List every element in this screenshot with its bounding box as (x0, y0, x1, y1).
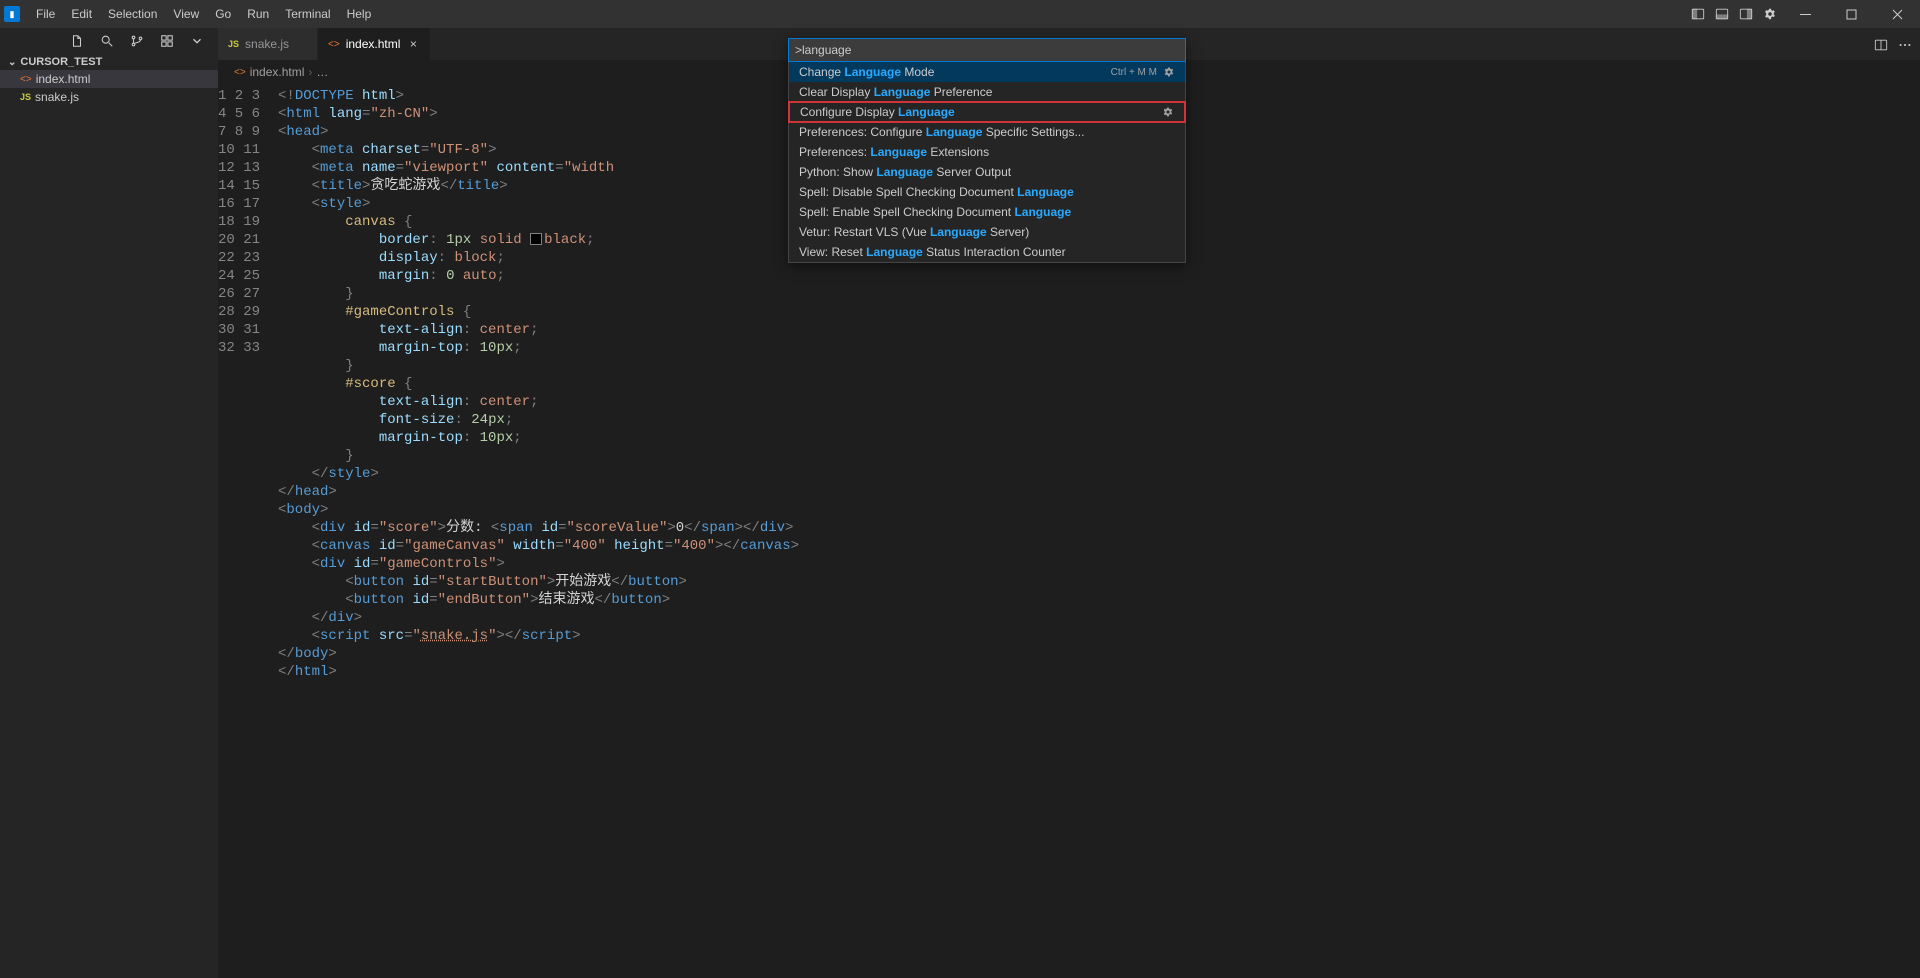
menu-run[interactable]: Run (239, 3, 277, 25)
close-icon[interactable]: × (406, 37, 420, 51)
tree-item-label: index.html (36, 72, 91, 86)
command-palette: >language Change Language ModeCtrl + M M… (788, 38, 1186, 263)
menu-terminal[interactable]: Terminal (277, 3, 338, 25)
palette-item-label: Change Language Mode (799, 65, 1111, 79)
layout-primary-side-icon[interactable] (1686, 0, 1710, 28)
tab-label: snake.js (245, 37, 289, 51)
menu-view[interactable]: View (165, 3, 207, 25)
palette-item-label: Preferences: Language Extensions (799, 145, 1175, 159)
palette-item-label: Python: Show Language Server Output (799, 165, 1175, 179)
palette-item[interactable]: Preferences: Language Extensions (789, 142, 1185, 162)
palette-item[interactable]: Preferences: Configure Language Specific… (789, 122, 1185, 142)
palette-item-label: Spell: Disable Spell Checking Document L… (799, 185, 1175, 199)
palette-item[interactable]: Python: Show Language Server Output (789, 162, 1185, 182)
palette-item[interactable]: Change Language ModeCtrl + M M (789, 62, 1185, 82)
gear-icon[interactable] (1163, 66, 1175, 78)
minimize-button[interactable] (1782, 0, 1828, 28)
js-file-icon: JS (20, 92, 31, 102)
menu-edit[interactable]: Edit (63, 3, 100, 25)
breadcrumb-sep: › (308, 65, 312, 79)
menu-selection[interactable]: Selection (100, 3, 165, 25)
line-gutter: 1 2 3 4 5 6 7 8 9 10 11 12 13 14 15 16 1… (218, 83, 278, 978)
search-icon[interactable] (100, 34, 114, 48)
titlebar-right (1686, 0, 1920, 28)
layout-secondary-side-icon[interactable] (1734, 0, 1758, 28)
command-palette-input[interactable]: >language (788, 38, 1186, 62)
tab-index.html[interactable]: <> index.html × (318, 28, 431, 60)
keybinding-label: Ctrl + M M (1111, 67, 1157, 78)
palette-item[interactable]: Vetur: Restart VLS (Vue Language Server) (789, 222, 1185, 242)
palette-item-label: View: Reset Language Status Interaction … (799, 245, 1175, 259)
js-file-icon: JS (228, 39, 239, 49)
folder-header[interactable]: ⌄ CURSOR_TEST (0, 54, 218, 70)
more-icon[interactable] (1898, 38, 1912, 52)
html-file-icon: <> (328, 39, 340, 50)
new-file-icon[interactable] (70, 34, 84, 48)
app-icon: ▮ (4, 6, 20, 22)
maximize-button[interactable] (1828, 0, 1874, 28)
layout-panel-icon[interactable] (1710, 0, 1734, 28)
palette-item[interactable]: Clear Display Language Preference (789, 82, 1185, 102)
palette-item-label: Clear Display Language Preference (799, 85, 1175, 99)
chevron-down-icon: ⌄ (8, 57, 16, 68)
tab-snake.js[interactable]: JS snake.js (218, 28, 318, 60)
gear-icon[interactable] (1162, 106, 1174, 118)
titlebar-left: ▮ FileEditSelectionViewGoRunTerminalHelp (0, 3, 379, 25)
branch-icon[interactable] (130, 34, 144, 48)
explorer-sidebar: ⌄ CURSOR_TEST <> index.html JS snake.js (0, 28, 218, 978)
split-editor-icon[interactable] (1874, 38, 1888, 52)
tree-item-label: snake.js (35, 90, 79, 104)
breadcrumb-file: index.html (250, 65, 305, 79)
palette-item[interactable]: Spell: Disable Spell Checking Document L… (789, 182, 1185, 202)
tabs-actions (1874, 28, 1912, 61)
gear-icon[interactable] (1758, 0, 1782, 28)
explorer-actions (0, 28, 218, 54)
folder-name: CURSOR_TEST (20, 56, 102, 68)
palette-item[interactable]: Spell: Enable Spell Checking Document La… (789, 202, 1185, 222)
palette-item[interactable]: Configure Display Language (788, 101, 1186, 123)
palette-item-label: Vetur: Restart VLS (Vue Language Server) (799, 225, 1175, 239)
tree-item-index.html[interactable]: <> index.html (0, 70, 218, 88)
menubar: FileEditSelectionViewGoRunTerminalHelp (28, 3, 379, 25)
tab-label: index.html (346, 37, 401, 51)
menu-help[interactable]: Help (339, 3, 380, 25)
menu-go[interactable]: Go (207, 3, 239, 25)
palette-item-label: Configure Display Language (800, 105, 1156, 119)
tree-item-snake.js[interactable]: JS snake.js (0, 88, 218, 106)
html-file-icon: <> (20, 74, 32, 85)
chevron-down-icon[interactable] (190, 34, 204, 48)
breadcrumb-ellipsis: … (316, 65, 328, 79)
close-button[interactable] (1874, 0, 1920, 28)
file-tree: <> index.html JS snake.js (0, 70, 218, 106)
palette-item-label: Preferences: Configure Language Specific… (799, 125, 1175, 139)
main-area: ⌄ CURSOR_TEST <> index.html JS snake.js JS s… (0, 28, 1920, 978)
html-file-icon: <> (234, 67, 246, 78)
titlebar: ▮ FileEditSelectionViewGoRunTerminalHelp (0, 0, 1920, 28)
menu-file[interactable]: File (28, 3, 63, 25)
extensions-icon[interactable] (160, 34, 174, 48)
editor-area: JSsnake.js<>index.html× <> index.html › … (218, 28, 1920, 978)
command-palette-list: Change Language ModeCtrl + M M Clear Disp… (789, 62, 1185, 262)
palette-item-label: Spell: Enable Spell Checking Document La… (799, 205, 1175, 219)
palette-item[interactable]: View: Reset Language Status Interaction … (789, 242, 1185, 262)
